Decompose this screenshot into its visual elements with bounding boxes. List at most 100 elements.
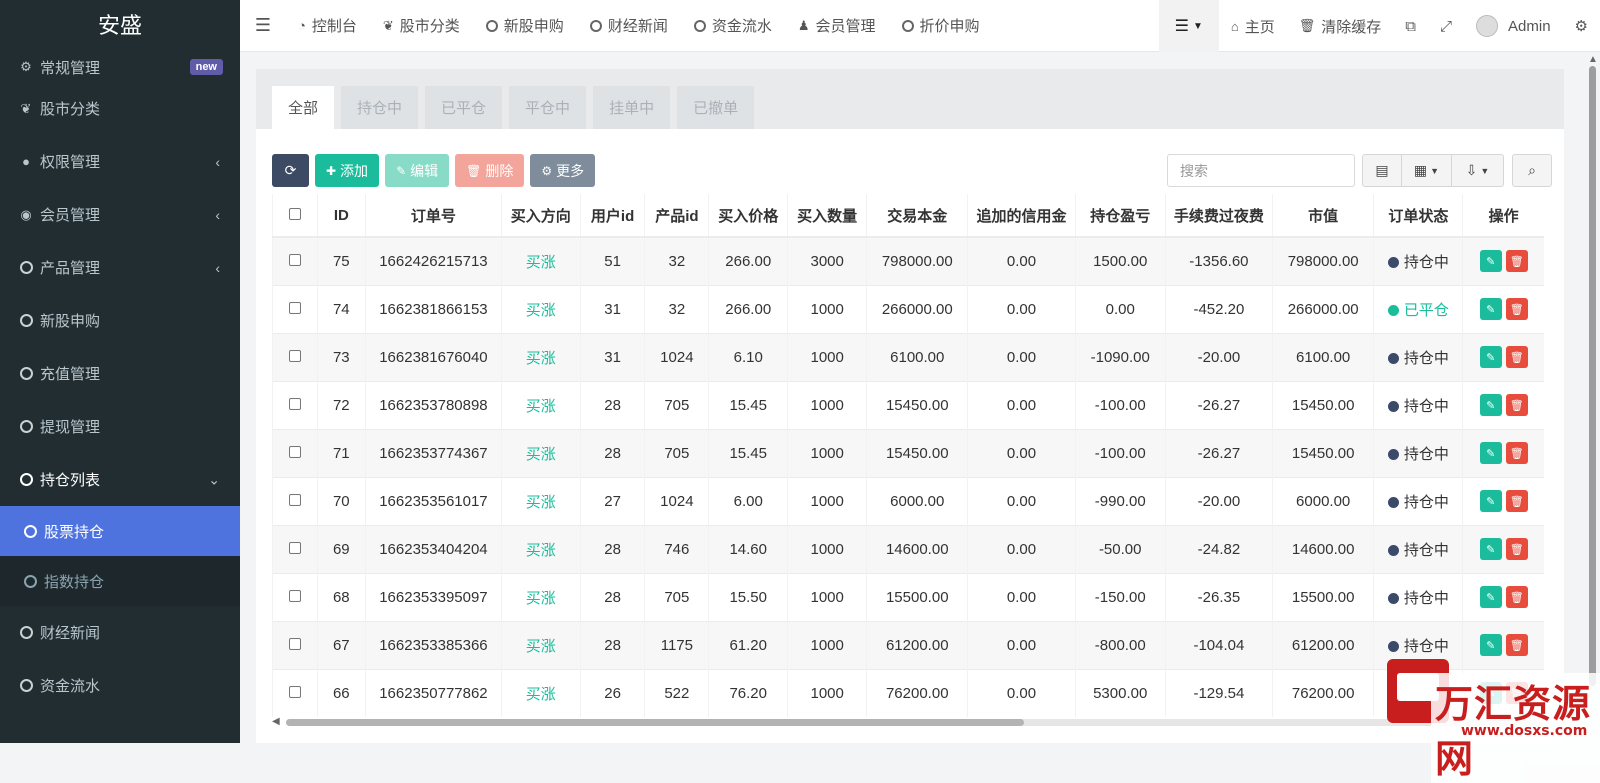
row-delete-button[interactable]: 🗑 bbox=[1505, 394, 1528, 416]
toggle-view-button[interactable]: ▤ bbox=[1362, 154, 1402, 187]
column-header[interactable]: 买入方向 bbox=[500, 194, 581, 238]
column-header[interactable]: 用户id bbox=[579, 194, 645, 238]
nav-ipo[interactable]: 新股申购 bbox=[474, 0, 578, 52]
tab-cancelled[interactable]: 已撤单 bbox=[677, 86, 755, 129]
row-delete-button[interactable]: 🗑 bbox=[1505, 634, 1528, 656]
row-edit-button[interactable]: ✎ bbox=[1479, 442, 1502, 464]
search-input[interactable]: 搜索 bbox=[1167, 154, 1355, 187]
sidebar-item-cashflow[interactable]: 资金流水 bbox=[0, 659, 240, 712]
nav-members[interactable]: ♟ 会员管理 bbox=[786, 0, 890, 52]
tab-closed[interactable]: 已平仓 bbox=[425, 86, 503, 129]
row-checkbox[interactable] bbox=[272, 236, 318, 285]
sidebar-item-news[interactable]: 财经新闻 bbox=[0, 606, 240, 659]
table-row[interactable]: 67 1662353385366 买涨 28 1175 61.20 1000 61200.00… bbox=[272, 620, 1544, 669]
table-row[interactable]: 70 1662353561017 买涨 27 1024 6.00 1000 6000.00 0.… bbox=[272, 476, 1544, 525]
scroll-thumb[interactable] bbox=[286, 719, 1024, 726]
column-header[interactable]: 持仓盈亏 bbox=[1074, 194, 1166, 238]
table-row[interactable]: 69 1662353404204 买涨 28 746 14.60 1000 14600.00 0… bbox=[272, 524, 1544, 573]
scroll-left-icon[interactable]: ◀ bbox=[272, 716, 280, 727]
sidebar-subitem-stock-positions[interactable]: 股票持仓 bbox=[0, 506, 240, 556]
horizontal-scrollbar[interactable]: ◀ bbox=[272, 716, 1544, 728]
tab-pending[interactable]: 挂单中 bbox=[593, 86, 671, 129]
row-edit-button[interactable]: ✎ bbox=[1479, 586, 1502, 608]
nav-discount-ipo[interactable]: 折价申购 bbox=[890, 0, 994, 52]
column-header[interactable]: 订单状态 bbox=[1373, 194, 1463, 238]
row-delete-button[interactable]: 🗑 bbox=[1505, 538, 1528, 560]
table-row[interactable]: 75 1662426215713 买涨 51 32 266.00 3000 798000.00… bbox=[272, 236, 1544, 285]
nav-market-category[interactable]: ❦ 股市分类 bbox=[371, 0, 474, 52]
column-header[interactable]: 手续费过夜费 bbox=[1164, 194, 1273, 238]
sidebar-item-positions[interactable]: 持仓列表 ⌄ bbox=[0, 453, 240, 506]
sidebar-item-ipo[interactable]: 新股申购 bbox=[0, 294, 240, 347]
column-header[interactable]: 市值 bbox=[1272, 194, 1374, 238]
nav-home[interactable]: ⌂ 主页 bbox=[1219, 0, 1287, 52]
column-header[interactable]: 产品id bbox=[644, 194, 709, 238]
language-icon[interactable]: ⧉ bbox=[1393, 0, 1428, 52]
row-delete-button[interactable]: 🗑 bbox=[1505, 250, 1528, 273]
hamburger-icon[interactable]: ☰ bbox=[240, 15, 286, 36]
row-edit-button[interactable]: ✎ bbox=[1479, 298, 1502, 320]
row-checkbox[interactable] bbox=[272, 476, 318, 525]
row-checkbox[interactable] bbox=[272, 620, 318, 669]
tab-all[interactable]: 全部 bbox=[272, 86, 335, 129]
select-all-checkbox[interactable] bbox=[272, 194, 318, 238]
sidebar-item-permissions[interactable]: ● 权限管理 ‹ bbox=[0, 135, 240, 188]
column-header[interactable]: 交易本金 bbox=[866, 194, 968, 238]
app-logo[interactable]: 安盛 bbox=[0, 0, 240, 52]
row-checkbox[interactable] bbox=[272, 284, 318, 333]
sidebar-subitem-index-positions[interactable]: 指数持仓 bbox=[0, 556, 240, 606]
more-button[interactable]: ⚙ 更多 bbox=[530, 154, 596, 187]
column-header[interactable]: 买入数量 bbox=[787, 194, 867, 238]
row-edit-button[interactable]: ✎ bbox=[1479, 538, 1502, 560]
column-header[interactable]: 追加的信用金 bbox=[967, 194, 1076, 238]
edit-button[interactable]: ✎ 编辑 bbox=[385, 154, 450, 187]
column-header[interactable]: 买入价格 bbox=[708, 194, 788, 238]
row-checkbox[interactable] bbox=[272, 524, 318, 573]
row-delete-button[interactable]: 🗑 bbox=[1505, 298, 1528, 320]
fullscreen-icon[interactable]: ⤢ bbox=[1428, 0, 1464, 52]
table-row[interactable]: 73 1662381676040 买涨 31 1024 6.10 1000 6100.00 0.… bbox=[272, 332, 1544, 381]
columns-button[interactable]: ▦ ▼ bbox=[1402, 154, 1452, 187]
advanced-search-button[interactable]: ⌕ bbox=[1512, 154, 1552, 187]
refresh-button[interactable]: ⟳ bbox=[272, 154, 309, 187]
row-edit-button[interactable]: ✎ bbox=[1479, 490, 1502, 512]
nav-cashflow[interactable]: 资金流水 bbox=[682, 0, 786, 52]
row-checkbox[interactable] bbox=[272, 572, 318, 621]
tab-holding[interactable]: 持仓中 bbox=[341, 86, 419, 129]
row-delete-button[interactable]: 🗑 bbox=[1505, 442, 1528, 464]
row-checkbox[interactable] bbox=[272, 668, 318, 717]
tab-closing[interactable]: 平仓中 bbox=[509, 86, 587, 129]
sidebar-item-recharge[interactable]: 充值管理 bbox=[0, 347, 240, 400]
sidebar-item-products[interactable]: 产品管理 ‹ bbox=[0, 241, 240, 294]
nav-news[interactable]: 财经新闻 bbox=[578, 0, 682, 52]
row-checkbox[interactable] bbox=[272, 380, 318, 429]
delete-button[interactable]: 🗑 删除 bbox=[455, 154, 525, 187]
settings-gear-icon[interactable]: ⚙ bbox=[1563, 0, 1600, 52]
sidebar-item-market-category[interactable]: ❦ 股市分类 bbox=[0, 82, 240, 135]
menu-dropdown[interactable]: ☰ ▼ bbox=[1158, 0, 1219, 52]
row-delete-button[interactable]: 🗑 bbox=[1505, 346, 1528, 368]
export-button[interactable]: ⇩ ▼ bbox=[1452, 154, 1504, 187]
row-delete-button[interactable]: 🗑 bbox=[1505, 586, 1528, 608]
table-row[interactable]: 66 1662350777862 买涨 26 522 76.20 1000 76200.00 0… bbox=[272, 668, 1544, 717]
nav-dashboard[interactable]: ◔ 控制台 bbox=[286, 0, 371, 52]
table-row[interactable]: 68 1662353395097 买涨 28 705 15.50 1000 15500.00 0… bbox=[272, 572, 1544, 621]
user-menu[interactable]: Admin bbox=[1464, 0, 1563, 52]
row-edit-button[interactable]: ✎ bbox=[1479, 394, 1502, 416]
row-edit-button[interactable]: ✎ bbox=[1479, 250, 1502, 273]
table-row[interactable]: 74 1662381866153 买涨 31 32 266.00 1000 266000.00… bbox=[272, 284, 1544, 333]
row-checkbox[interactable] bbox=[272, 332, 318, 381]
row-edit-button[interactable]: ✎ bbox=[1479, 634, 1502, 656]
row-edit-button[interactable]: ✎ bbox=[1479, 346, 1502, 368]
sidebar-item-withdraw[interactable]: 提现管理 bbox=[0, 400, 240, 453]
scroll-up-icon[interactable]: ▲ bbox=[1588, 54, 1598, 65]
scroll-thumb[interactable] bbox=[1589, 66, 1596, 686]
column-header[interactable]: ID bbox=[316, 194, 366, 238]
sidebar-item-general[interactable]: ⚙ 常规管理 new bbox=[0, 52, 240, 82]
vertical-scrollbar[interactable]: ▲ bbox=[1586, 54, 1598, 743]
sidebar-item-members[interactable]: ◉ 会员管理 ‹ bbox=[0, 188, 240, 241]
nav-clear-cache[interactable]: 🗑 清除缓存 bbox=[1287, 0, 1394, 52]
table-row[interactable]: 71 1662353774367 买涨 28 705 15.45 1000 15450.00 0… bbox=[272, 428, 1544, 477]
table-row[interactable]: 72 1662353780898 买涨 28 705 15.45 1000 15450.00 0… bbox=[272, 380, 1544, 429]
row-checkbox[interactable] bbox=[272, 428, 318, 477]
